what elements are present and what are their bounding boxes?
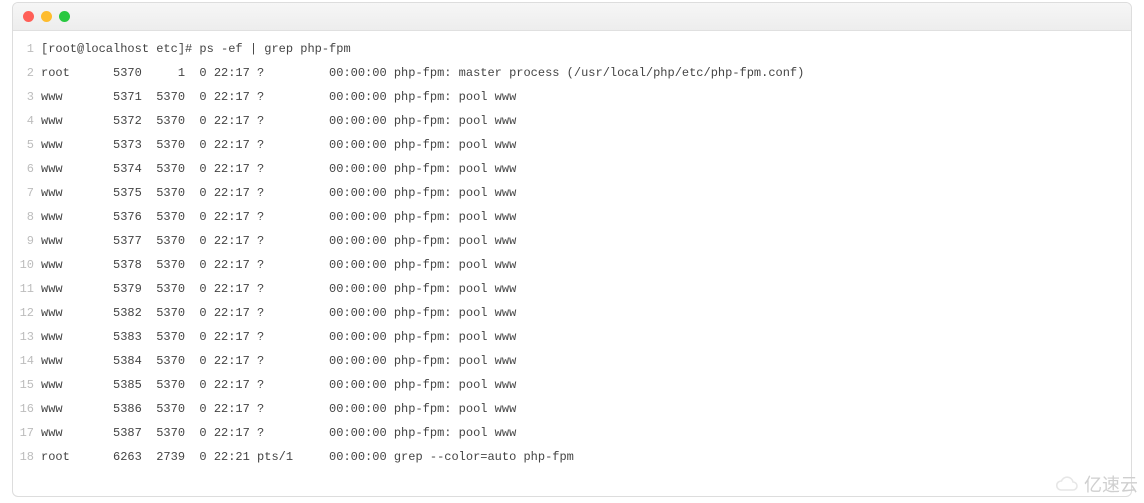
line-number: 5	[13, 133, 34, 157]
process-row: www 5384 5370 0 22:17 ? 00:00:00 php-fpm…	[41, 349, 1131, 373]
window-zoom-icon[interactable]	[59, 11, 70, 22]
title-bar	[13, 3, 1131, 31]
prompt-line: [root@localhost etc]# ps -ef | grep php-…	[41, 37, 1131, 61]
terminal-window: 123456789101112131415161718 [root@localh…	[12, 2, 1132, 497]
process-row: www 5379 5370 0 22:17 ? 00:00:00 php-fpm…	[41, 277, 1131, 301]
window-minimize-icon[interactable]	[41, 11, 52, 22]
line-number: 14	[13, 349, 34, 373]
process-row: www 5371 5370 0 22:17 ? 00:00:00 php-fpm…	[41, 85, 1131, 109]
process-row: www 5376 5370 0 22:17 ? 00:00:00 php-fpm…	[41, 205, 1131, 229]
process-row: www 5386 5370 0 22:17 ? 00:00:00 php-fpm…	[41, 397, 1131, 421]
process-row: www 5372 5370 0 22:17 ? 00:00:00 php-fpm…	[41, 109, 1131, 133]
terminal-output: [root@localhost etc]# ps -ef | grep php-…	[41, 37, 1131, 496]
process-row: www 5385 5370 0 22:17 ? 00:00:00 php-fpm…	[41, 373, 1131, 397]
line-number: 17	[13, 421, 34, 445]
line-number: 9	[13, 229, 34, 253]
cloud-icon	[1054, 475, 1080, 493]
process-row: www 5374 5370 0 22:17 ? 00:00:00 php-fpm…	[41, 157, 1131, 181]
window-close-icon[interactable]	[23, 11, 34, 22]
line-number: 13	[13, 325, 34, 349]
process-row: www 5373 5370 0 22:17 ? 00:00:00 php-fpm…	[41, 133, 1131, 157]
process-row: www 5387 5370 0 22:17 ? 00:00:00 php-fpm…	[41, 421, 1131, 445]
process-row: www 5383 5370 0 22:17 ? 00:00:00 php-fpm…	[41, 325, 1131, 349]
line-number: 12	[13, 301, 34, 325]
process-row: root 6263 2739 0 22:21 pts/1 00:00:00 gr…	[41, 445, 1131, 469]
line-number-gutter: 123456789101112131415161718	[13, 37, 41, 496]
process-row: root 5370 1 0 22:17 ? 00:00:00 php-fpm: …	[41, 61, 1131, 85]
line-number: 1	[13, 37, 34, 61]
line-number: 15	[13, 373, 34, 397]
line-number: 8	[13, 205, 34, 229]
process-row: www 5377 5370 0 22:17 ? 00:00:00 php-fpm…	[41, 229, 1131, 253]
line-number: 3	[13, 85, 34, 109]
line-number: 4	[13, 109, 34, 133]
process-row: www 5382 5370 0 22:17 ? 00:00:00 php-fpm…	[41, 301, 1131, 325]
watermark-text: 亿速云	[1084, 471, 1138, 497]
line-number: 7	[13, 181, 34, 205]
watermark: 亿速云	[1054, 471, 1138, 497]
process-row: www 5375 5370 0 22:17 ? 00:00:00 php-fpm…	[41, 181, 1131, 205]
line-number: 11	[13, 277, 34, 301]
line-number: 6	[13, 157, 34, 181]
line-number: 2	[13, 61, 34, 85]
code-area[interactable]: 123456789101112131415161718 [root@localh…	[13, 31, 1131, 496]
line-number: 10	[13, 253, 34, 277]
line-number: 18	[13, 445, 34, 469]
line-number: 16	[13, 397, 34, 421]
process-row: www 5378 5370 0 22:17 ? 00:00:00 php-fpm…	[41, 253, 1131, 277]
